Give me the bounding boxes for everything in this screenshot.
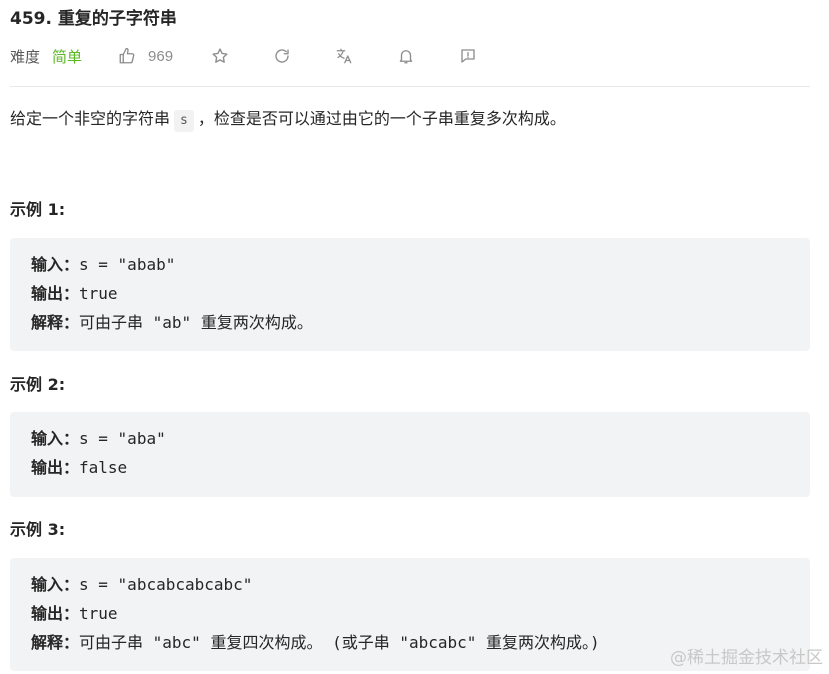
feedback-button[interactable] bbox=[459, 47, 477, 65]
notification-button[interactable] bbox=[397, 47, 415, 65]
explanation-label: 解释： bbox=[31, 633, 80, 652]
example-output-line: 输出： true bbox=[31, 600, 790, 629]
star-icon bbox=[212, 48, 228, 63]
like-button[interactable]: 969 bbox=[118, 47, 173, 65]
problem-name: 重复的子字符串 bbox=[57, 9, 177, 29]
output-label: 输出： bbox=[31, 458, 80, 477]
output-label: 输出： bbox=[31, 604, 80, 623]
like-count: 969 bbox=[148, 47, 174, 65]
example-explanation-line: 解释： 可由子串 "ab" 重复两次构成。 bbox=[31, 309, 790, 338]
problem-meta-bar: 难度 简单 969 bbox=[10, 42, 810, 70]
output-value: false bbox=[79, 458, 128, 477]
example-output-line: 输出： false bbox=[31, 454, 790, 483]
input-value: s = "abcabcabcabc" bbox=[79, 575, 253, 594]
example-input-line: 输入： s = "abcabcabcabc" bbox=[31, 571, 790, 600]
description-text-before: 给定一个非空的字符串 bbox=[10, 109, 171, 128]
problem-description: 给定一个非空的字符串 s ，检查是否可以通过由它的一个子串重复多次构成。 bbox=[10, 105, 566, 133]
example-3-title: 示例 3: bbox=[10, 520, 66, 539]
output-label: 输出： bbox=[31, 284, 80, 303]
problem-title: 459. 重复的子字符串 bbox=[10, 6, 177, 32]
difficulty-badge: 简单 bbox=[52, 47, 83, 66]
inline-code: s bbox=[174, 110, 194, 132]
refresh-icon bbox=[275, 49, 289, 63]
explanation-value: 可由子串 "abc" 重复四次构成。 (或子串 "abcabc" 重复两次构成。… bbox=[79, 633, 600, 652]
favorite-button[interactable] bbox=[211, 47, 229, 65]
example-1-box: 输入： s = "abab" 输出： true 解释： 可由子串 "ab" 重复… bbox=[10, 238, 810, 351]
reset-button[interactable] bbox=[273, 47, 291, 65]
explanation-label: 解释： bbox=[31, 313, 80, 332]
input-label: 输入： bbox=[31, 575, 80, 594]
watermark: @稀土掘金技术社区 bbox=[670, 648, 823, 668]
translate-icon bbox=[336, 48, 352, 64]
example-input-line: 输入： s = "aba" bbox=[31, 425, 790, 454]
difficulty-label: 难度 bbox=[10, 47, 41, 66]
output-value: true bbox=[79, 284, 118, 303]
thumbs-up-icon bbox=[119, 47, 135, 64]
feedback-icon bbox=[461, 49, 475, 63]
divider bbox=[10, 86, 810, 87]
example-output-line: 输出： true bbox=[31, 280, 790, 309]
translate-button[interactable] bbox=[335, 47, 353, 65]
explanation-value: 可由子串 "ab" 重复两次构成。 bbox=[79, 313, 313, 332]
problem-number: 459. bbox=[10, 9, 52, 29]
output-value: true bbox=[79, 604, 118, 623]
example-2-box: 输入： s = "aba" 输出： false bbox=[10, 412, 810, 497]
bell-icon bbox=[399, 50, 413, 64]
example-input-line: 输入： s = "abab" bbox=[31, 251, 790, 280]
example-1-title: 示例 1: bbox=[10, 200, 66, 219]
input-value: s = "abab" bbox=[79, 255, 176, 274]
input-label: 输入： bbox=[31, 255, 80, 274]
input-label: 输入： bbox=[31, 429, 80, 448]
input-value: s = "aba" bbox=[79, 429, 166, 448]
description-text-after: ，检查是否可以通过由它的一个子串重复多次构成。 bbox=[197, 109, 566, 128]
example-2-title: 示例 2: bbox=[10, 375, 66, 394]
